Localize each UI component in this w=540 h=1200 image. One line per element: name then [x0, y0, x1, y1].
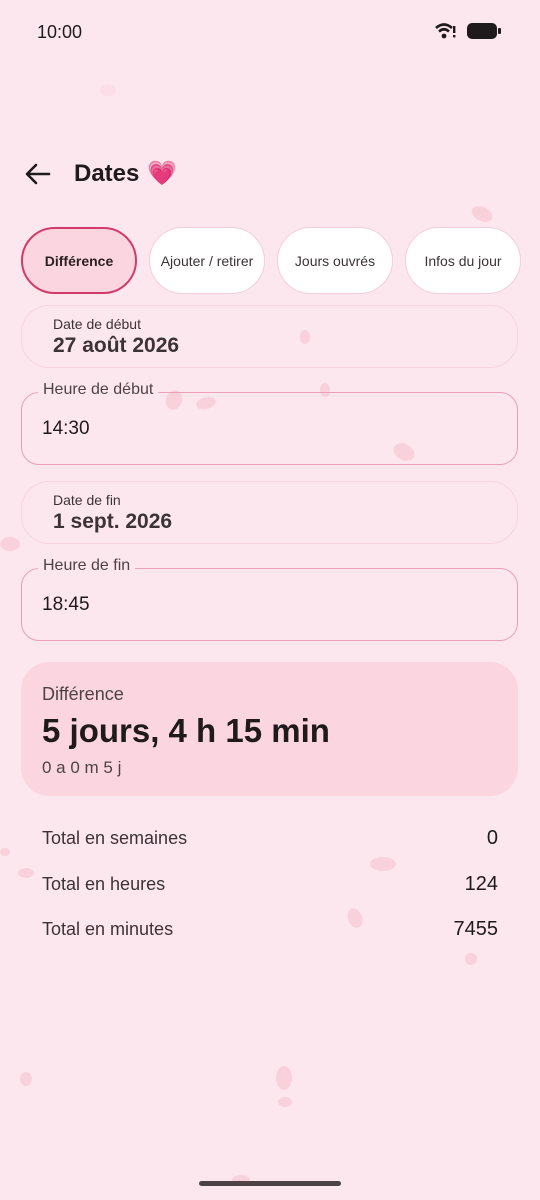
start-time-field[interactable]: Heure de début 14:30: [21, 381, 518, 465]
wifi-icon: [435, 23, 456, 39]
total-row-hours: Total en heures 124: [42, 862, 498, 908]
status-time: 10:00: [37, 22, 83, 42]
total-weeks-label: Total en semaines: [42, 828, 188, 849]
page-title: Dates 💗: [74, 159, 177, 188]
total-hours-label: Total en heures: [42, 873, 166, 894]
tab-day-info[interactable]: Infos du jour: [405, 227, 521, 294]
tab-working-days[interactable]: Jours ouvrés: [277, 227, 393, 294]
battery-icon: [467, 23, 501, 39]
difference-result-card: Différence 5 jours, 4 h 15 min 0 a 0 m 5…: [21, 662, 518, 796]
tab-add-subtract[interactable]: Ajouter / retirer: [149, 227, 265, 294]
totals-list: Total en semaines 0 Total en heures 124 …: [42, 816, 498, 953]
total-minutes-value: 7455: [453, 918, 499, 941]
arrow-left-icon: [25, 163, 51, 185]
start-date-field[interactable]: Date de début 27 août 2026: [21, 305, 518, 368]
total-row-minutes: Total en minutes 7455: [42, 907, 498, 953]
heart-emoji-icon: 💗: [147, 160, 178, 187]
tab-difference[interactable]: Différence: [21, 227, 137, 294]
result-heading: Différence: [42, 684, 124, 704]
end-date-field[interactable]: Date de fin 1 sept. 2026: [21, 481, 518, 544]
total-row-weeks: Total en semaines 0: [42, 816, 498, 862]
result-main-value: 5 jours, 4 h 15 min: [42, 712, 330, 749]
status-bar: 10:00: [0, 0, 540, 64]
start-date-value: 27 août 2026: [53, 334, 180, 357]
total-hours-value: 124: [464, 872, 498, 895]
page-title-text: Dates: [74, 159, 140, 187]
tab-bar: Différence Ajouter / retirer Jours ouvré…: [21, 227, 521, 294]
app-bar: Dates 💗: [0, 150, 540, 198]
total-minutes-label: Total en minutes: [42, 919, 174, 940]
status-icons: [434, 22, 502, 40]
total-weeks-value: 0: [486, 827, 498, 850]
end-date-value: 1 sept. 2026: [53, 510, 173, 533]
end-time-value: 18:45: [42, 594, 90, 615]
back-button[interactable]: [20, 156, 56, 192]
end-date-label: Date de fin: [53, 492, 121, 508]
start-time-value: 14:30: [42, 418, 90, 439]
end-time-field[interactable]: Heure de fin 18:45: [21, 557, 518, 641]
result-sub-value: 0 a 0 m 5 j: [42, 758, 122, 777]
end-time-label: Heure de fin: [38, 557, 136, 575]
home-indicator[interactable]: [199, 1181, 341, 1186]
start-time-label: Heure de début: [38, 381, 159, 399]
start-date-label: Date de début: [53, 316, 141, 332]
